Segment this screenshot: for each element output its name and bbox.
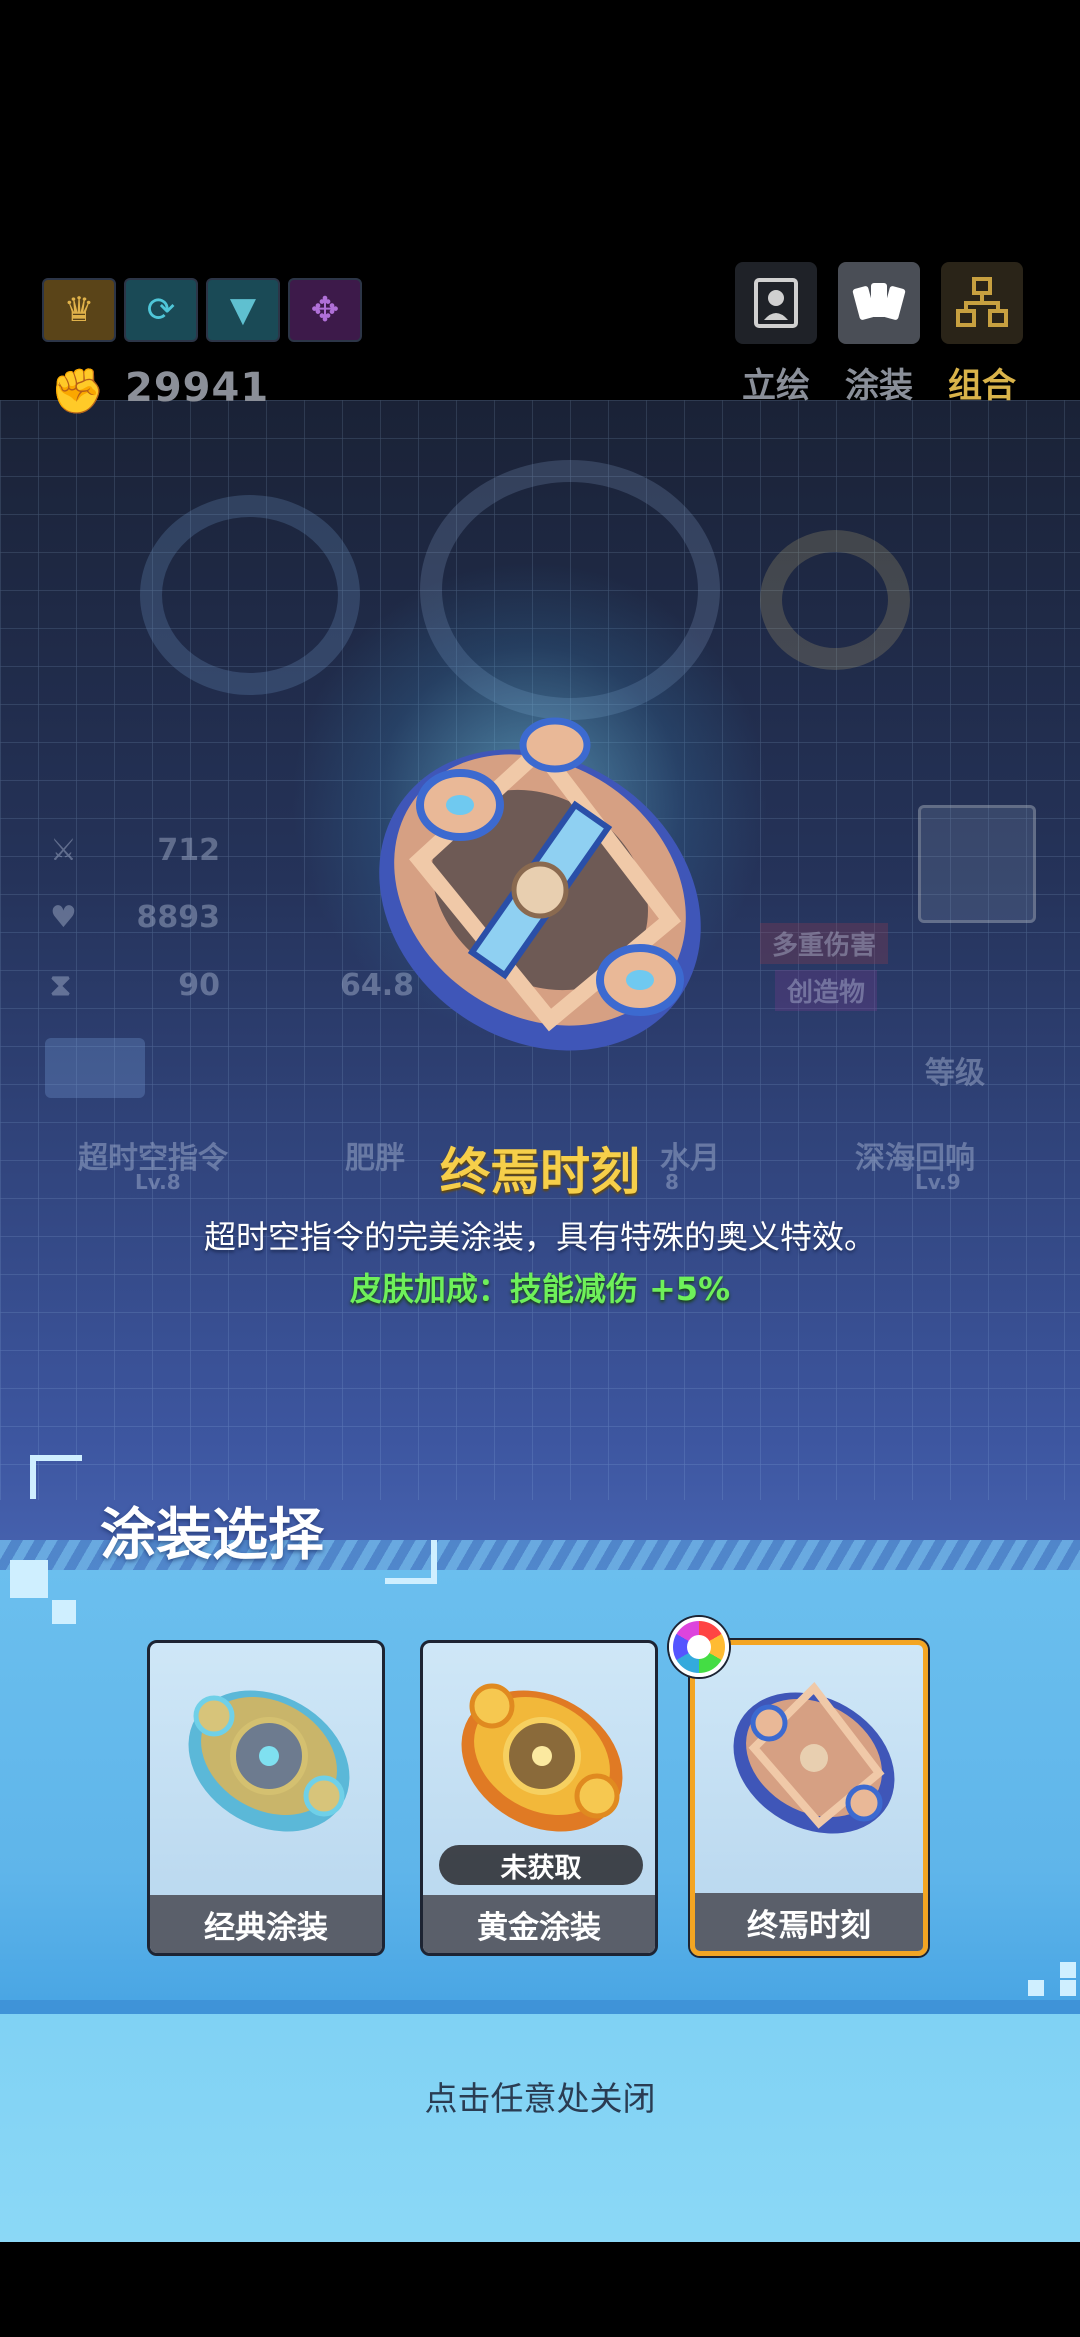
bg-stat-icon-sword: ⚔	[50, 833, 77, 868]
color-wheel-icon	[669, 1617, 729, 1677]
skin-preview-top	[379, 717, 701, 1051]
skin-cards-icon	[852, 283, 906, 320]
tab-skin-button[interactable]	[838, 262, 920, 344]
bg-stat-icon-hourglass: ⧗	[50, 968, 72, 1003]
skin-card-gold[interactable]: 未获取 黄金涂装	[420, 1640, 658, 1956]
close-hint[interactable]: 点击任意处关闭	[0, 2072, 1080, 2120]
doom-top-image	[733, 1681, 895, 1834]
skin-bonus: 皮肤加成：技能减伤 +5%	[349, 1270, 731, 1308]
tab-portrait-label: 立绘	[742, 366, 810, 406]
skin-title: 终焉时刻	[440, 1143, 640, 1201]
tab-skin-label: 涂装	[845, 366, 913, 406]
tab-combo-label: 组合	[948, 366, 1016, 406]
badge-wing-icon[interactable]: ▼	[206, 278, 280, 342]
badge-refresh-icon[interactable]: ⟳	[124, 278, 198, 342]
bg-tag-multi-damage: 多重伤害	[760, 923, 889, 964]
bg-stat-defense: 90	[178, 968, 220, 1003]
tab-combo-button[interactable]	[941, 262, 1023, 344]
ghost-ring-left	[140, 495, 360, 695]
skin-card-classic-label: 经典涂装	[150, 1895, 382, 1953]
title-bracket-top-left	[30, 1455, 82, 1499]
skin-card-gold-label: 黄金涂装	[423, 1895, 655, 1953]
deco-square-large	[10, 1560, 48, 1598]
skin-description: 超时空指令的完美涂装，具有特殊的奥义特效。	[203, 1218, 876, 1256]
skin-card-doom-selected[interactable]: 终焉时刻	[690, 1640, 928, 1956]
bg-stat-attack: 712	[157, 833, 220, 868]
bg-tag-creation: 创造物	[775, 970, 878, 1011]
skin-card-classic[interactable]: 经典涂装	[147, 1640, 385, 1956]
bg-grade-label: 等级	[925, 1056, 985, 1091]
gold-top-image	[461, 1683, 623, 1832]
bg-stat-hp: 8893	[136, 900, 221, 935]
not-obtained-badge: 未获取	[439, 1845, 643, 1885]
footer-area[interactable]	[0, 2000, 1080, 2242]
badge-rank-icon[interactable]: ♛	[42, 278, 116, 342]
deco-square-right-1	[1060, 1962, 1076, 1978]
badge-dpad-icon[interactable]: ✥	[288, 278, 362, 342]
section-title: 涂装选择	[100, 1503, 324, 1568]
footer-divider	[0, 2000, 1080, 2014]
skin-card-doom-label: 终焉时刻	[695, 1893, 923, 1951]
bg-item-slot	[918, 805, 1036, 923]
bg-tab-highlight	[45, 1038, 145, 1098]
bg-stat-icon-heart: ♥	[50, 900, 77, 935]
ghost-top-right	[760, 530, 910, 670]
bottom-black-area	[0, 2242, 1080, 2337]
tab-portrait-button[interactable]	[735, 262, 817, 344]
combo-tree-icon	[956, 277, 1008, 327]
portrait-icon	[754, 278, 798, 328]
fist-icon: ✊	[50, 366, 105, 417]
power-value: 29941	[125, 365, 270, 411]
deco-square-right-2	[1028, 1980, 1044, 1996]
deco-square-small	[52, 1600, 76, 1624]
classic-top-image	[188, 1690, 350, 1832]
title-bracket-bottom-right	[385, 1540, 437, 1584]
deco-square-right-3	[1060, 1980, 1076, 1996]
